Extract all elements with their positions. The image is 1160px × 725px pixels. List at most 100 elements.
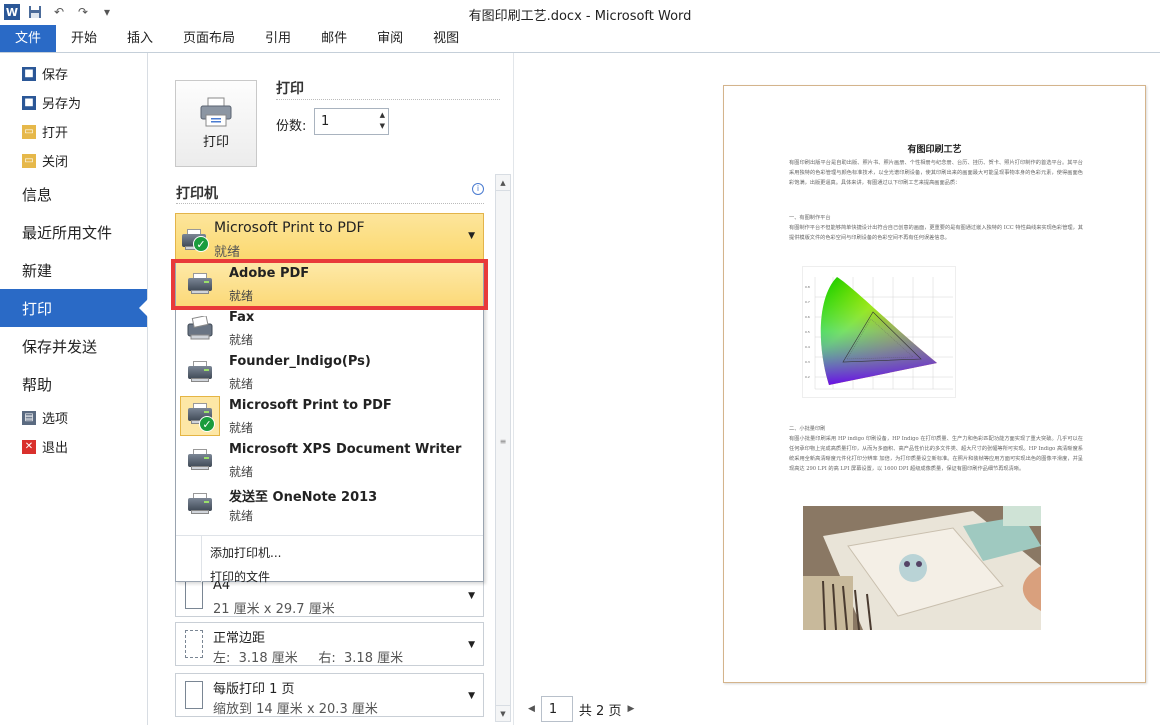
nav-open[interactable]: ▭ 打开 bbox=[0, 117, 147, 146]
tab-view[interactable]: 视图 bbox=[418, 25, 474, 52]
svg-text:0.4: 0.4 bbox=[805, 345, 810, 349]
chevron-down-icon: ▼ bbox=[468, 640, 475, 650]
margins-icon bbox=[185, 630, 203, 658]
printer-icon bbox=[200, 97, 232, 127]
pages-per-sheet-select[interactable]: 每版打印 1 页 缩放到 14 厘米 x 20.3 厘米 ▼ bbox=[175, 673, 484, 717]
svg-text:0.8: 0.8 bbox=[805, 285, 810, 289]
printer-heading: 打印机 bbox=[176, 186, 218, 202]
close-folder-icon: ▭ bbox=[22, 153, 36, 168]
copies-label: 份数: bbox=[276, 119, 307, 134]
scroll-down-icon[interactable]: ▼ bbox=[496, 705, 510, 721]
window-title: 有图印刷工艺.docx - Microsoft Word bbox=[468, 9, 692, 24]
scroll-up-icon[interactable]: ▲ bbox=[496, 175, 510, 191]
options-icon: ▤ bbox=[22, 410, 36, 425]
color-gamut-chart: 0.8 0.7 0.6 0.5 0.4 0.3 0.2 bbox=[802, 266, 956, 398]
printer-icon-wrap bbox=[180, 352, 220, 392]
chevron-down-icon: ▼ bbox=[468, 591, 475, 601]
page-number-input[interactable]: 1 bbox=[540, 696, 573, 722]
doc-section2-title: 二、小批量印刷 bbox=[789, 426, 826, 432]
svg-text:0.7: 0.7 bbox=[805, 300, 810, 304]
nav-save[interactable]: ■ 保存 bbox=[0, 59, 147, 88]
printer-icon bbox=[186, 361, 214, 383]
copies-stepper[interactable]: 1 ▲ ▼ bbox=[314, 108, 389, 135]
nav-close[interactable]: ▭ 关闭 bbox=[0, 146, 147, 175]
nav-help[interactable]: 帮助 bbox=[0, 365, 147, 403]
title-bar: W ↶ ↷ ▾ 有图印刷工艺.docx - Microsoft Word bbox=[0, 0, 1160, 25]
default-check-icon: ✓ bbox=[199, 416, 215, 432]
printer-name: Microsoft Print to PDF bbox=[229, 398, 392, 413]
ribbon-tabs: 文件 开始 插入 页面布局 引用 邮件 审阅 视图 bbox=[0, 25, 1160, 53]
doc-section1-title: 一、有图制作平台 bbox=[789, 215, 831, 221]
printer-option-fax[interactable]: Fax 就绪 bbox=[176, 306, 483, 350]
tab-page-layout[interactable]: 页面布局 bbox=[168, 25, 250, 52]
pages-per-sheet-title: 每版打印 1 页 bbox=[213, 682, 295, 697]
spin-down-icon[interactable]: ▼ bbox=[380, 122, 385, 130]
printer-name: Microsoft XPS Document Writer bbox=[229, 442, 462, 457]
divider bbox=[276, 99, 500, 100]
printer-icon-wrap bbox=[180, 484, 220, 524]
divider bbox=[201, 536, 202, 582]
annotation-highlight-box bbox=[171, 259, 488, 310]
copies-value: 1 bbox=[321, 114, 330, 129]
nav-print[interactable]: 打印 bbox=[0, 289, 148, 327]
print-samples-photo bbox=[803, 506, 1041, 630]
nav-save-label: 保存 bbox=[42, 68, 69, 83]
svg-text:0.3: 0.3 bbox=[805, 360, 810, 364]
next-page-icon[interactable]: ▶ bbox=[627, 704, 634, 714]
printer-select[interactable]: ✓ Microsoft Print to PDF 就绪 ▼ bbox=[175, 213, 484, 261]
doc-title: 有图印刷工艺 bbox=[907, 145, 962, 155]
print-button[interactable]: 打印 bbox=[175, 80, 257, 167]
tab-references[interactable]: 引用 bbox=[250, 25, 306, 52]
printer-option-onenote[interactable]: 发送至 OneNote 2013 就绪 bbox=[176, 482, 483, 526]
page-number-value: 1 bbox=[548, 701, 558, 717]
nav-exit[interactable]: ✕ 退出 bbox=[0, 432, 147, 461]
paper-size-sub: 21 厘米 x 29.7 厘米 bbox=[213, 602, 335, 617]
chevron-down-icon: ▼ bbox=[468, 231, 475, 241]
doc-section1-text: 有图制作平台不但能够简单快捷设计出符合自己创意的画面，更重要的是有图通过嵌入独特… bbox=[789, 225, 1083, 241]
tab-review[interactable]: 审阅 bbox=[362, 25, 418, 52]
printer-status: 就绪 bbox=[229, 465, 254, 479]
pages-per-sheet-icon bbox=[185, 681, 203, 709]
chevron-down-icon: ▼ bbox=[468, 691, 475, 701]
save-icon: ■ bbox=[22, 66, 36, 81]
spin-up-icon[interactable]: ▲ bbox=[380, 111, 385, 119]
printer-name: Fax bbox=[229, 310, 255, 325]
settings-scrollbar[interactable]: ▲ ≡ ▼ bbox=[495, 174, 511, 722]
scroll-grip-icon[interactable]: ≡ bbox=[499, 437, 507, 446]
nav-info[interactable]: 信息 bbox=[0, 175, 147, 213]
svg-text:0.5: 0.5 bbox=[805, 330, 810, 334]
nav-options[interactable]: ▤ 选项 bbox=[0, 403, 147, 432]
nav-save-send[interactable]: 保存并发送 bbox=[0, 327, 147, 365]
nav-close-label: 关闭 bbox=[42, 155, 69, 170]
info-icon[interactable]: i bbox=[472, 183, 484, 195]
page-navigator: ◀ 1 共 2 页 ▶ bbox=[528, 696, 634, 722]
margins-sub: 左: 3.18 厘米 右: 3.18 厘米 bbox=[213, 651, 404, 666]
add-printer-link[interactable]: 添加打印机... bbox=[210, 544, 281, 561]
nav-save-as[interactable]: ■ 另存为 bbox=[0, 88, 147, 117]
printer-status: 就绪 bbox=[229, 421, 254, 435]
printer-icon-wrap bbox=[180, 440, 220, 480]
prev-page-icon[interactable]: ◀ bbox=[528, 704, 535, 714]
tab-insert[interactable]: 插入 bbox=[112, 25, 168, 52]
printer-option-xps-writer[interactable]: Microsoft XPS Document Writer 就绪 bbox=[176, 438, 483, 482]
print-to-file-option[interactable]: 打印的文件 bbox=[210, 568, 270, 585]
nav-options-label: 选项 bbox=[42, 412, 69, 427]
divider bbox=[176, 203, 484, 204]
nav-save-as-label: 另存为 bbox=[42, 97, 82, 112]
printer-option-founder-indigo[interactable]: Founder_Indigo(Ps) 就绪 bbox=[176, 350, 483, 394]
svg-text:0.6: 0.6 bbox=[805, 315, 810, 319]
tab-file[interactable]: 文件 bbox=[0, 25, 56, 52]
printer-status: 就绪 bbox=[229, 333, 254, 347]
nav-recent[interactable]: 最近所用文件 bbox=[0, 213, 147, 251]
nav-new[interactable]: 新建 bbox=[0, 251, 147, 289]
tab-mailings[interactable]: 邮件 bbox=[306, 25, 362, 52]
doc-intro: 有图印刷出版平台是自助出版、照片书、照片画册、个性相册与纪念册、台历、挂历、贺卡… bbox=[789, 160, 1083, 186]
preview-page: 有图印刷工艺 有图印刷出版平台是自助出版、照片书、照片画册、个性相册与纪念册、台… bbox=[723, 85, 1146, 683]
fax-icon bbox=[187, 316, 213, 340]
default-check-icon: ✓ bbox=[193, 236, 209, 252]
tab-home[interactable]: 开始 bbox=[56, 25, 112, 52]
printer-option-microsoft-print-to-pdf[interactable]: ✓ Microsoft Print to PDF 就绪 bbox=[176, 394, 483, 438]
open-folder-icon: ▭ bbox=[22, 124, 36, 139]
margins-select[interactable]: 正常边距 左: 3.18 厘米 右: 3.18 厘米 ▼ bbox=[175, 622, 484, 666]
backstage-nav: ■ 保存 ■ 另存为 ▭ 打开 ▭ 关闭 信息 最近所用文件 新建 打印 保存并… bbox=[0, 53, 148, 725]
